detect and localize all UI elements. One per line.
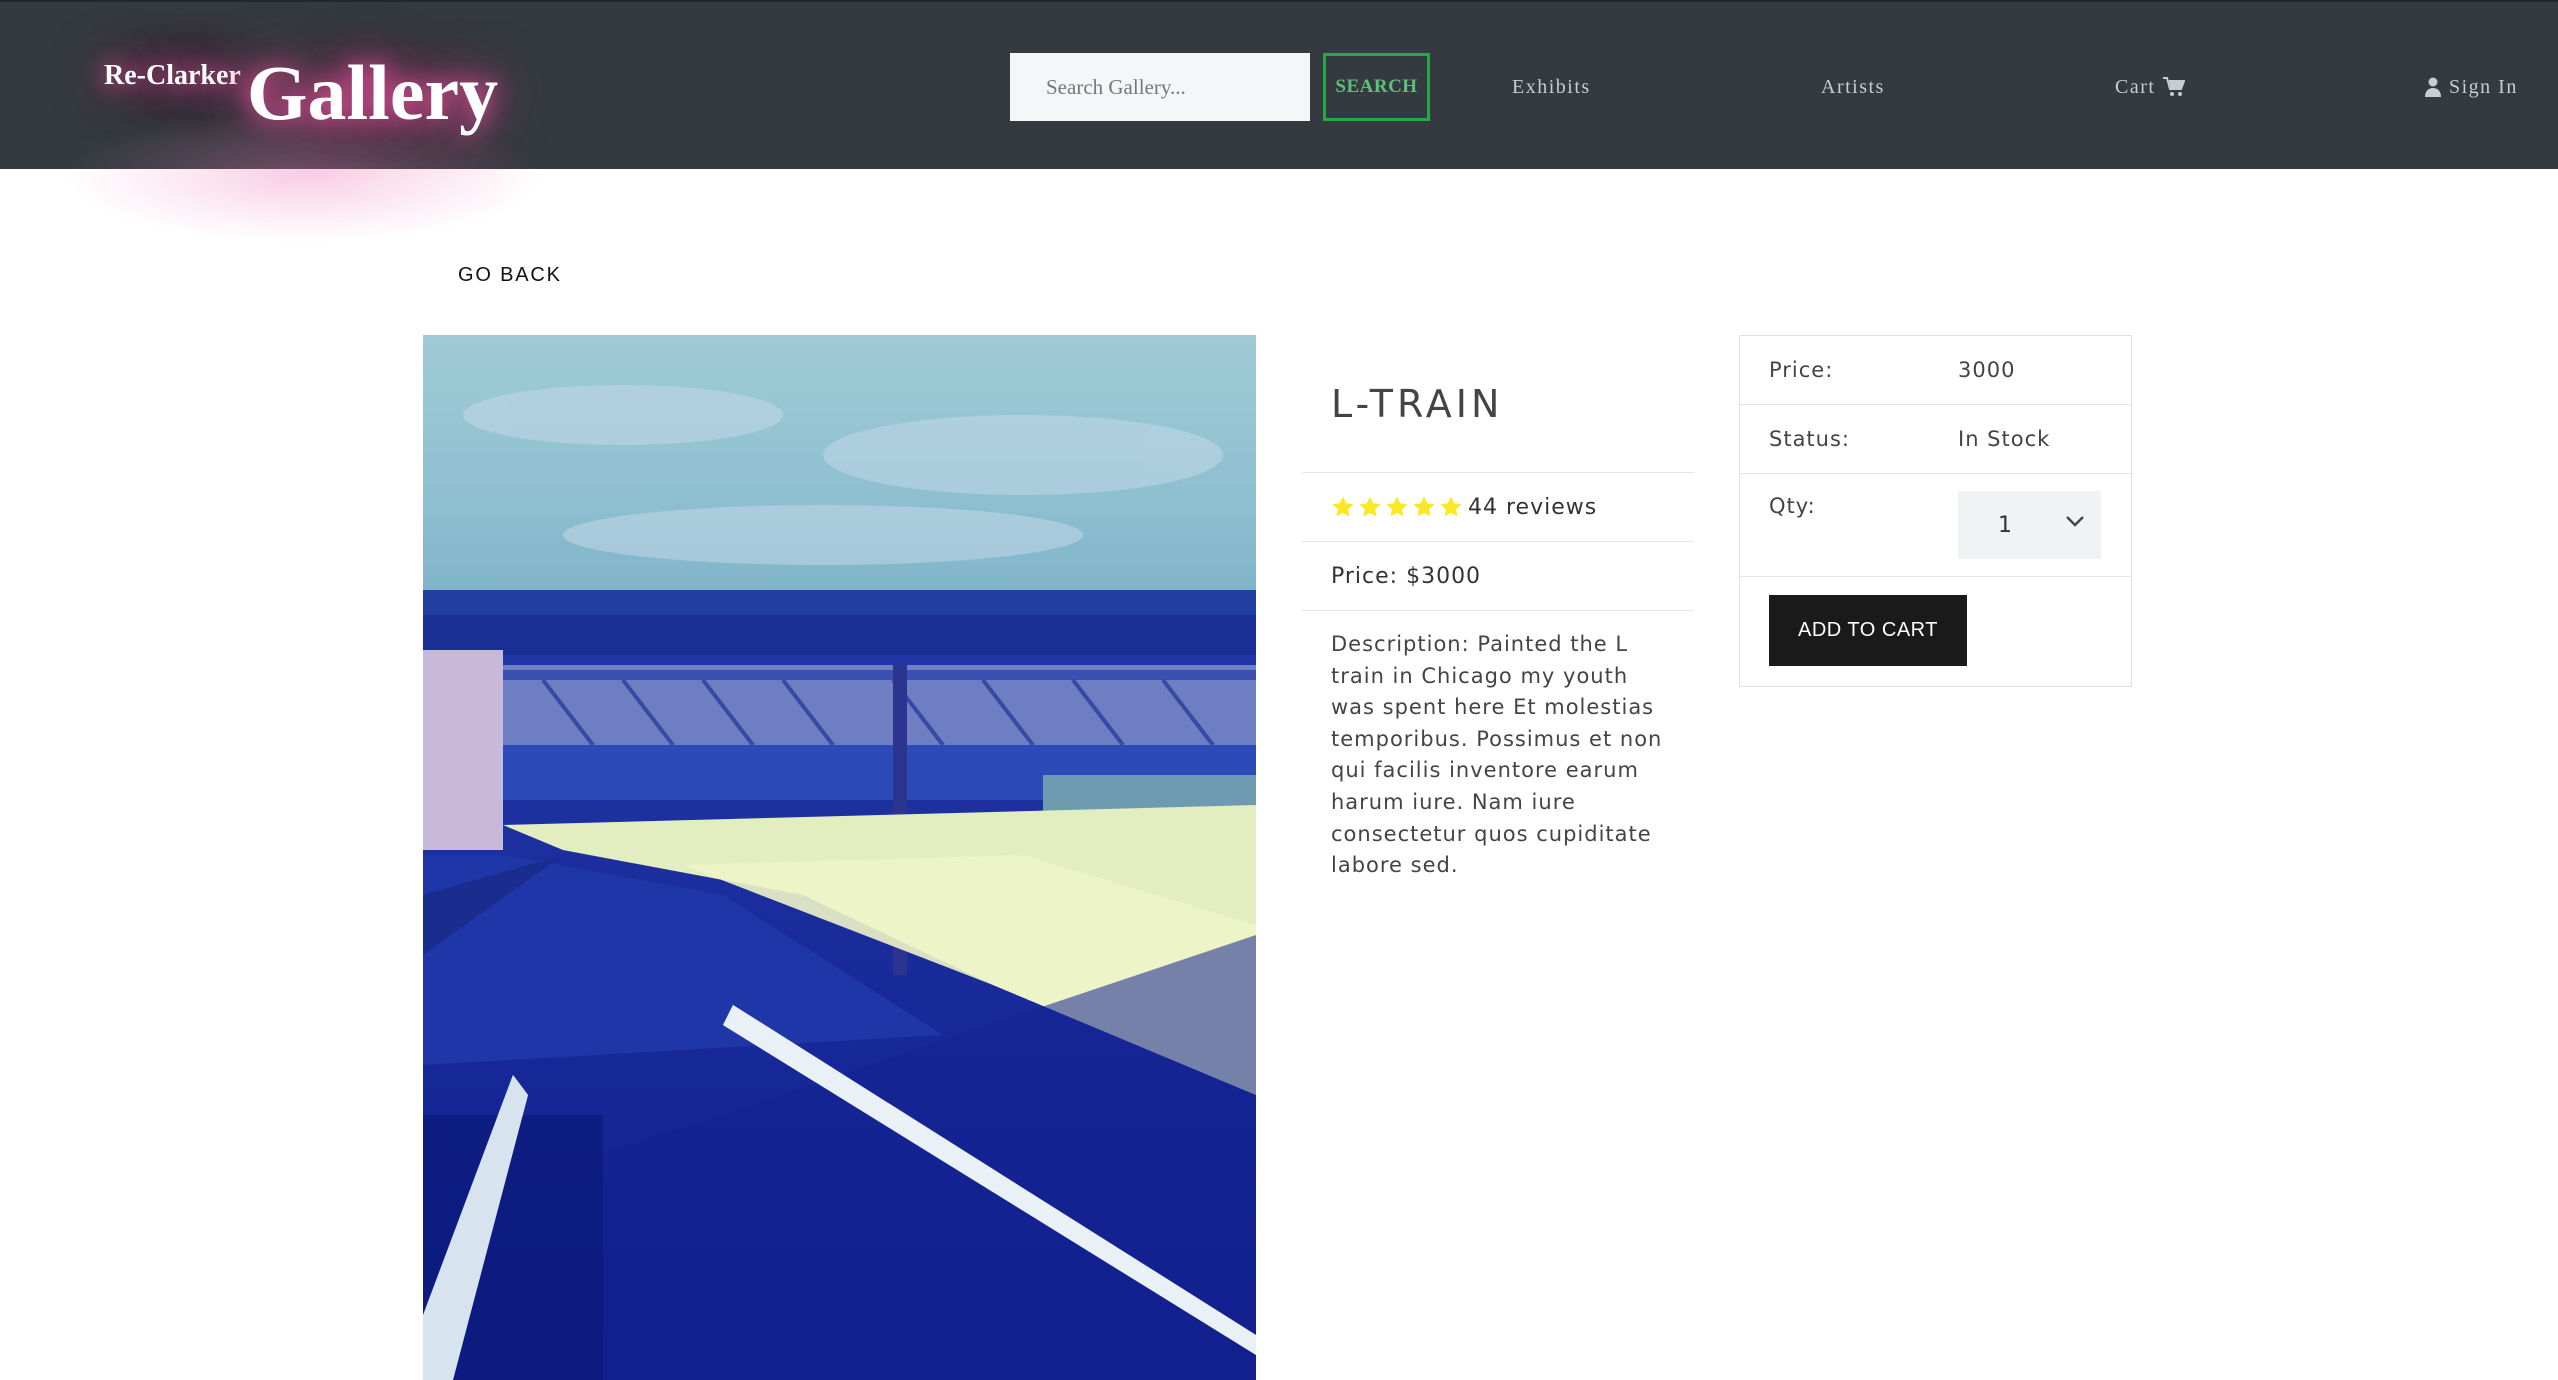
product-info: L-TRAIN 44 reviews Price: $3000 Descript…: [1302, 335, 1694, 882]
cart-status-row: Status: In Stock: [1740, 405, 2131, 474]
quantity-select[interactable]: 1: [1958, 491, 2101, 559]
cart-button-row: ADD TO CART: [1740, 577, 2131, 687]
go-back-label: GO BACK: [458, 263, 562, 286]
cart-price-value: 3000: [1958, 358, 2016, 382]
top-navbar: Re-Clarker Gallery SEARCH Exhibits Artis…: [0, 0, 2558, 242]
reviews-count: 44 reviews: [1468, 494, 1598, 520]
cart-price-row: Price: 3000: [1740, 336, 2131, 405]
cart-qty-label: Qty:: [1769, 494, 1816, 518]
star-icon: [1359, 496, 1381, 517]
add-to-cart-button[interactable]: ADD TO CART: [1769, 595, 1967, 666]
shopping-cart-icon: [2163, 77, 2186, 96]
nav-link-artists-label: Artists: [1821, 75, 1885, 98]
add-to-cart-card: Price: 3000 Status: In Stock Qty: 1 ADD …: [1739, 335, 2132, 687]
nav-link-exhibits[interactable]: Exhibits: [1512, 72, 1591, 102]
brand-logo-small-text: Re-Clarker: [104, 60, 241, 91]
star-icon: [1440, 496, 1462, 517]
quantity-select-value: 1: [1998, 512, 2012, 538]
product-description: Description: Painted the L train in Chic…: [1331, 632, 1663, 878]
artwork-image: [423, 335, 1256, 1380]
nav-link-sign-in[interactable]: Sign In: [2425, 72, 2518, 102]
star-icon: [1413, 496, 1435, 517]
chevron-down-icon: [2066, 516, 2084, 527]
search-input[interactable]: [1010, 53, 1310, 121]
cart-price-label: Price:: [1769, 358, 1834, 382]
star-icon: [1332, 496, 1354, 517]
product-rating: 44 reviews: [1302, 473, 1694, 542]
nav-link-cart[interactable]: Cart: [2115, 72, 2186, 102]
cart-status-value: In Stock: [1958, 427, 2051, 451]
brand-logo-big-text: Gallery: [246, 49, 499, 136]
star-icon: [1386, 496, 1408, 517]
product-price: Price: $3000: [1302, 542, 1694, 611]
user-icon: [2425, 77, 2441, 97]
search-button[interactable]: SEARCH: [1323, 53, 1430, 121]
nav-link-exhibits-label: Exhibits: [1512, 75, 1591, 98]
nav-link-artists[interactable]: Artists: [1821, 72, 1885, 102]
brand-logo[interactable]: Re-Clarker Gallery: [104, 42, 498, 132]
nav-link-sign-in-label: Sign In: [2449, 75, 2518, 98]
go-back-button[interactable]: GO BACK: [458, 257, 562, 293]
nav-link-cart-label: Cart: [2115, 75, 2156, 98]
product-title: L-TRAIN: [1302, 335, 1694, 473]
cart-status-label: Status:: [1769, 427, 1850, 451]
